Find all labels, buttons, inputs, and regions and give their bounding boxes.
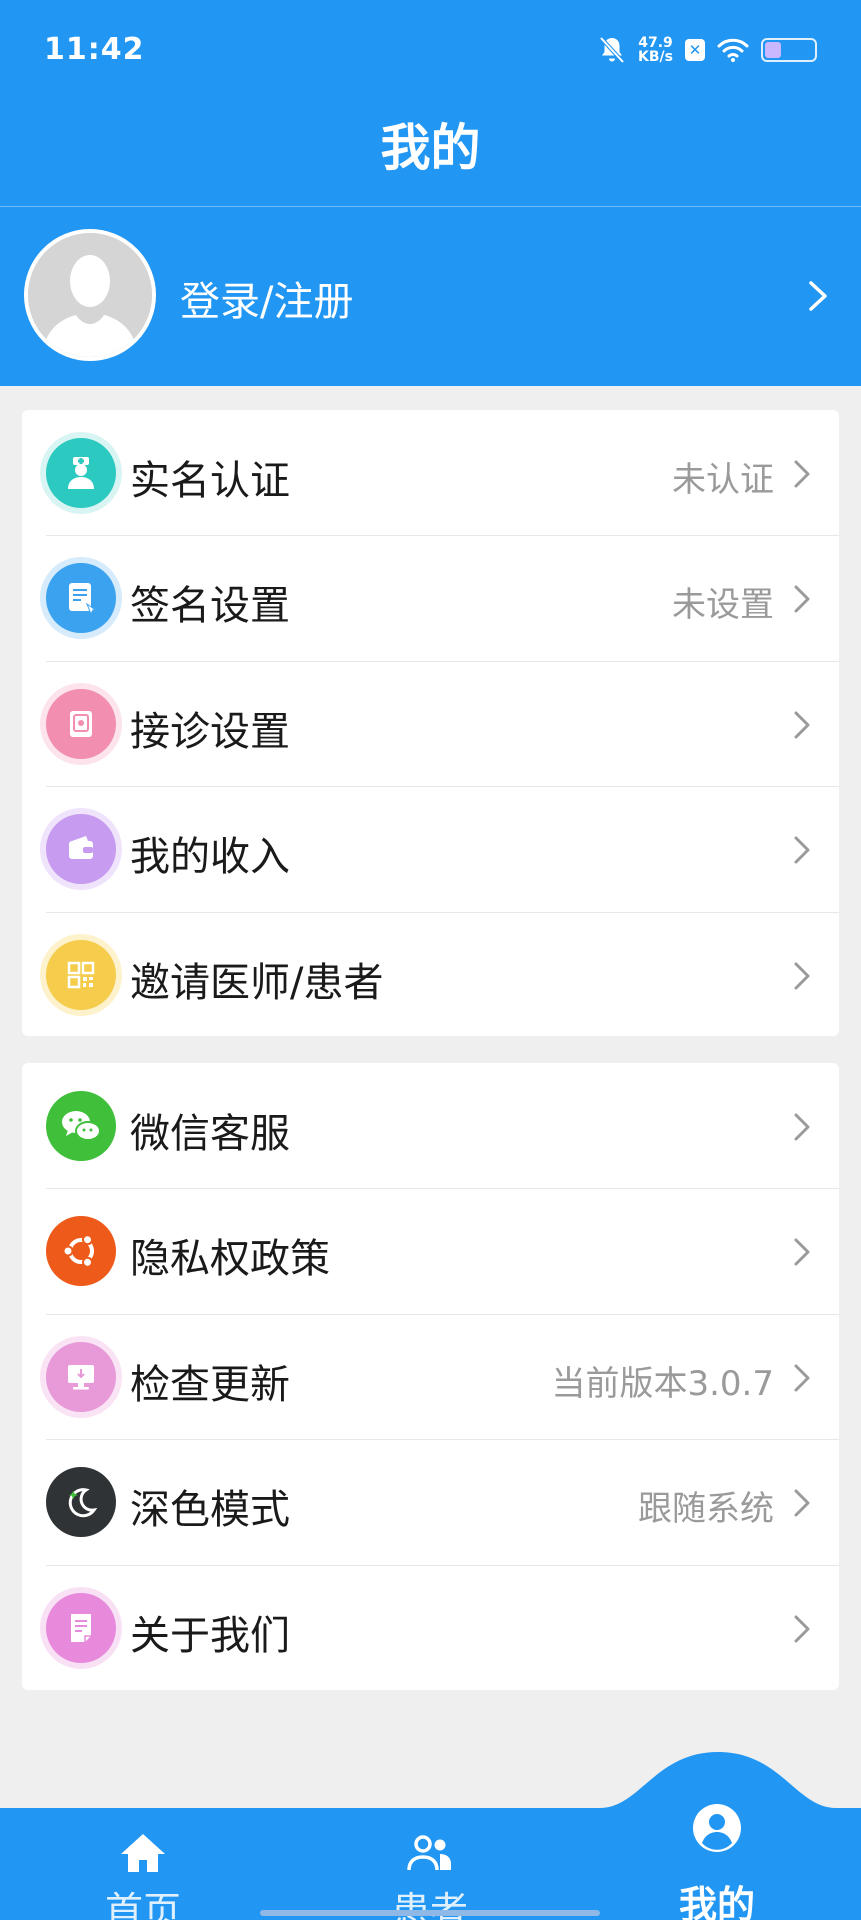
tablet-sign-icon [46, 563, 116, 634]
network-speed-unit: KB/s [638, 49, 673, 65]
menu-item-about-us[interactable]: 关于我们 [22, 1564, 839, 1690]
document-icon [46, 1592, 116, 1663]
status-time: 11:42 [44, 32, 145, 67]
chevron-right-icon [794, 1364, 810, 1392]
menu-item-value: 跟随系统 [638, 1489, 774, 1530]
menu-item-invite[interactable]: 邀请医师/患者 [22, 911, 839, 1036]
default-avatar-icon [28, 233, 152, 357]
menu-item-my-income[interactable]: 我的收入 [22, 786, 839, 911]
chevron-right-icon [794, 836, 810, 864]
chevron-right-icon [794, 711, 810, 739]
network-speed-value: 47.9 [638, 35, 673, 51]
chevron-right-icon [794, 1489, 810, 1517]
menu-item-real-name-auth[interactable]: 实名认证 未认证 [22, 410, 839, 535]
menu-item-label: 深色模式 [130, 1487, 290, 1534]
avatar[interactable] [24, 229, 156, 361]
home-icon [121, 1834, 165, 1872]
nav-tab-patients[interactable]: 患者 [345, 1830, 515, 1920]
battery-level [765, 42, 781, 58]
menu-item-label: 微信客服 [130, 1111, 290, 1157]
menu-item-label: 实名认证 [130, 458, 290, 504]
menu-item-label: 接诊设置 [130, 708, 290, 755]
x-app-icon: ✕ [685, 39, 705, 61]
chevron-right-icon [794, 460, 810, 488]
status-icons: 47.9 KB/s ✕ [598, 30, 817, 70]
monitor-update-icon [46, 1341, 116, 1412]
login-register-row[interactable]: 登录/注册 [0, 207, 861, 386]
patients-icon [407, 1835, 451, 1871]
menu-item-label: 关于我们 [130, 1612, 290, 1659]
settings-card-secondary: 微信客服 隐私权政策 检查更新 当前版本3.0.7 深色模式 跟随系统 关于我们 [22, 1063, 839, 1690]
menu-item-privacy-policy[interactable]: 隐私权政策 [22, 1188, 839, 1313]
menu-item-wechat-service[interactable]: 微信客服 [22, 1063, 839, 1188]
nav-tab-mine[interactable]: 我的 [632, 1800, 802, 1920]
status-bar: 11:42 47.9 KB/s ✕ [0, 0, 861, 100]
menu-item-check-update[interactable]: 检查更新 当前版本3.0.7 [22, 1313, 839, 1439]
wifi-icon [717, 38, 749, 62]
menu-item-label: 我的收入 [130, 834, 290, 881]
ubuntu-icon [46, 1216, 116, 1287]
menu-item-label: 签名设置 [130, 583, 290, 630]
nav-tab-home[interactable]: 首页 [58, 1830, 228, 1920]
doctor-icon [46, 438, 116, 508]
menu-item-signature-settings[interactable]: 签名设置 未设置 [22, 535, 839, 660]
battery-icon [761, 38, 817, 62]
bottom-nav: 首页 患者 我的 [0, 1750, 861, 1920]
chevron-right-icon [794, 962, 810, 990]
chevron-right-icon [794, 1238, 810, 1266]
menu-item-consultation-settings[interactable]: 接诊设置 [22, 660, 839, 786]
menu-item-value: 未认证 [672, 460, 774, 500]
menu-item-value: 当前版本3.0.7 [551, 1363, 774, 1404]
chevron-right-icon [794, 1615, 810, 1643]
login-register-label: 登录/注册 [180, 279, 354, 325]
safe-icon [46, 688, 116, 759]
qr-code-icon [46, 939, 116, 1010]
moon-icon [46, 1467, 116, 1538]
chevron-right-icon [809, 281, 827, 311]
menu-item-label: 隐私权政策 [130, 1236, 330, 1283]
network-speed: 47.9 KB/s [638, 36, 673, 64]
nav-tab-label: 我的 [678, 1883, 755, 1920]
wechat-icon [46, 1091, 116, 1161]
chevron-right-icon [794, 1113, 810, 1141]
chevron-right-icon [794, 585, 810, 613]
settings-card-primary: 实名认证 未认证 签名设置 未设置 接诊设置 我的收入 邀请医师/患者 [22, 410, 839, 1036]
user-circle-icon [693, 1804, 741, 1852]
page-title: 我的 [380, 119, 481, 177]
menu-item-label: 检查更新 [130, 1361, 290, 1408]
menu-item-label: 邀请医师/患者 [130, 959, 384, 1006]
header: 11:42 47.9 KB/s ✕ 我的 登录/注册 [0, 0, 861, 386]
home-indicator[interactable] [260, 1910, 600, 1916]
app-root: 11:42 47.9 KB/s ✕ 我的 登录/注册 实名认证 未认证 签名设置… [0, 0, 861, 1920]
bell-mute-icon [599, 36, 625, 64]
menu-item-value: 未设置 [672, 585, 774, 626]
nav-tab-label: 首页 [104, 1889, 181, 1920]
wallet-icon [46, 814, 116, 885]
menu-item-dark-mode[interactable]: 深色模式 跟随系统 [22, 1439, 839, 1564]
